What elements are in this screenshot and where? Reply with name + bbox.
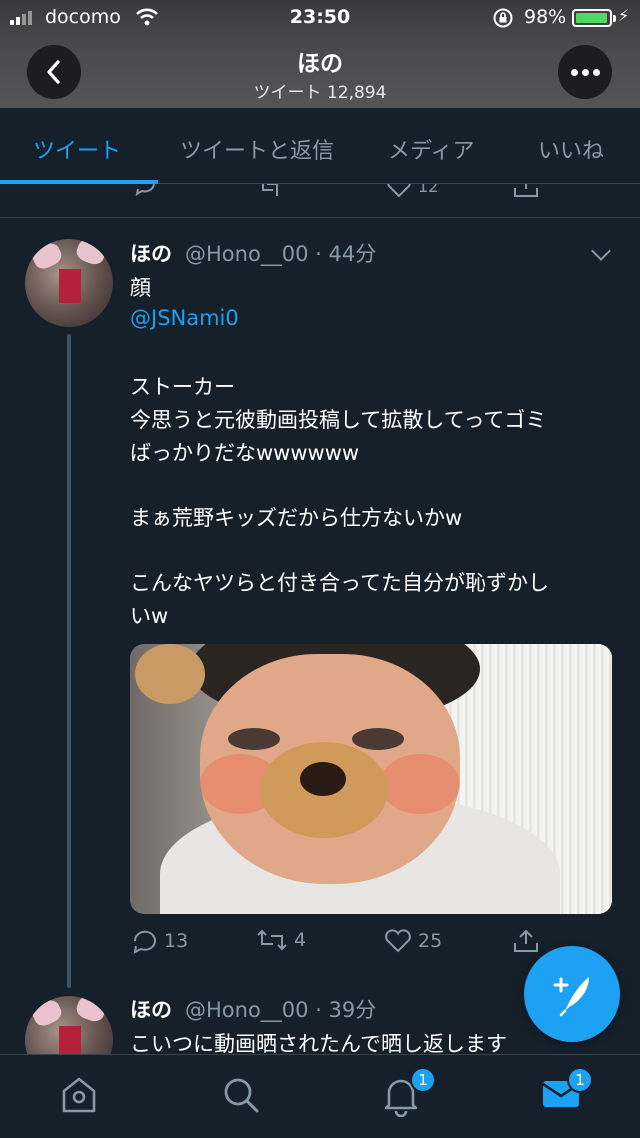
share-action[interactable]: [512, 928, 540, 954]
feather-plus-icon: [553, 977, 589, 1017]
bottom-navigation: 1 1: [0, 1054, 640, 1138]
tweet-text-line: こいつに動画晒されたんで晒し返します: [130, 1032, 507, 1054]
reply-icon: [133, 930, 156, 954]
charging-icon: ⚡: [618, 6, 630, 25]
more-dot-icon: [581, 68, 589, 76]
tweet-author-handle[interactable]: @Hono__00 · 44分: [185, 238, 376, 268]
messages-badge: 1: [567, 1067, 593, 1093]
tweet-text-line: ばっかりだなwwwwww: [130, 441, 360, 465]
tweet-divider: [0, 217, 640, 218]
tweet-photo[interactable]: [130, 644, 612, 914]
battery-percent: 98%: [524, 6, 567, 28]
thread-connector: [67, 334, 71, 988]
more-options-button[interactable]: [558, 45, 612, 99]
retweet-icon: [257, 929, 287, 951]
home-icon[interactable]: [60, 1075, 98, 1119]
battery-icon: [572, 9, 616, 27]
more-dot-icon: [570, 68, 578, 76]
retweet-icon[interactable]: [258, 184, 288, 202]
avatar[interactable]: [25, 996, 113, 1054]
heart-icon: [387, 184, 411, 198]
tweet-text-line: ストーカー: [130, 375, 235, 399]
status-bar: docomo 23:50 98% ⚡: [0, 0, 640, 36]
profile-header: docomo 23:50 98% ⚡ ほの ツイート 12,894: [0, 0, 640, 108]
retweet-action[interactable]: 4: [256, 928, 306, 952]
heart-icon: [385, 929, 411, 953]
tab-media[interactable]: メディア: [388, 133, 474, 165]
reply-action[interactable]: 13: [130, 928, 188, 954]
share-icon: [514, 929, 538, 952]
compose-tweet-button[interactable]: [524, 946, 620, 1042]
tweet-text-line: こんなヤツらと付き合ってた自分が恥ずかし: [130, 571, 549, 595]
tab-tweets[interactable]: ツイート: [33, 133, 121, 165]
share-icon[interactable]: [512, 184, 540, 202]
tweet-text-line: まぁ荒野キッズだから仕方ないかw: [130, 506, 463, 530]
chevron-down-icon[interactable]: [591, 241, 611, 261]
tweet-count: ツイート 12,894: [253, 83, 387, 103]
previous-like-action[interactable]: 12: [386, 184, 438, 198]
profile-tabs: ツイート ツイートと返信 メディア いいね: [0, 108, 640, 184]
tweet-author-name[interactable]: ほの: [130, 994, 172, 1024]
more-dot-icon: [592, 68, 600, 76]
previous-tweet-actions: 12: [0, 184, 640, 214]
retweet-count: 4: [294, 929, 307, 951]
search-icon[interactable]: [221, 1075, 261, 1119]
tab-tweets-and-replies[interactable]: ツイートと返信: [180, 133, 334, 165]
like-count: 12: [418, 184, 439, 196]
like-action[interactable]: 25: [384, 928, 442, 954]
like-count: 25: [418, 930, 443, 952]
reply-icon[interactable]: [132, 184, 158, 202]
profile-name: ほの: [297, 51, 343, 77]
tab-likes[interactable]: いいね: [538, 133, 604, 165]
tweet-text-line: 今思うと元彼動画投稿して拡散してってゴミ: [130, 408, 547, 432]
tweet-author-name[interactable]: ほの: [130, 238, 172, 268]
notifications-badge: 1: [410, 1067, 436, 1093]
avatar[interactable]: [25, 239, 113, 327]
timeline[interactable]: 12 ほの @Hono__00 · 44分 顔 @JSNami0 ストーカー 今…: [0, 184, 640, 1054]
tweet-text-line: いw: [130, 604, 169, 628]
mention-link[interactable]: @JSNami0: [130, 306, 239, 330]
rotation-lock-icon: [492, 7, 514, 34]
reply-count: 13: [164, 930, 189, 952]
tweet-author-handle[interactable]: @Hono__00 · 39分: [185, 994, 376, 1024]
tweet-text-line: 顔: [130, 276, 151, 300]
